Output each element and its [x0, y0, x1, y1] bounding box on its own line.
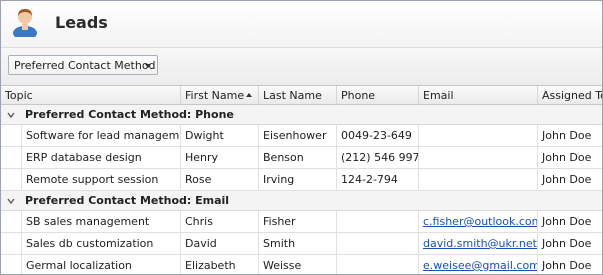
email-link[interactable]: e.weisee@gmail.com — [423, 259, 537, 272]
cell-assigned-to: John Doe — [542, 151, 592, 164]
sort-ascending-icon — [246, 93, 252, 97]
cell-phone — [337, 233, 419, 254]
table-row[interactable]: Germal localization Elizabeth Weisse e.w… — [1, 255, 602, 274]
cell-phone: (212) 546 9973 — [337, 147, 419, 168]
toolbar: Preferred Contact Method — [1, 47, 602, 86]
column-header-phone[interactable]: Phone — [337, 86, 419, 105]
page-header: Leads — [1, 1, 602, 47]
column-header-assigned-to[interactable]: Assigned To — [538, 86, 602, 105]
group-title: Preferred Contact Method: Email — [25, 194, 230, 207]
cell-assigned-to: John Doe — [542, 237, 592, 250]
row-indent — [1, 211, 22, 232]
group-title: Preferred Contact Method: Phone — [25, 108, 234, 121]
group-by-label: Preferred Contact Method — [14, 59, 156, 72]
page-title: Leads — [55, 13, 108, 32]
cell-phone — [337, 255, 419, 274]
group-row-email[interactable]: Preferred Contact Method: Email — [1, 191, 602, 211]
cell-topic: SB sales management — [22, 211, 181, 232]
row-indent — [1, 125, 22, 146]
table-row[interactable]: Remote support session Rose Irving 124-2… — [1, 169, 602, 191]
column-header-topic[interactable]: Topic — [1, 86, 181, 105]
row-indent — [1, 169, 22, 190]
cell-first-name: Elizabeth — [181, 255, 259, 274]
cell-topic: Remote support session — [22, 169, 181, 190]
email-link[interactable]: david.smith@ukr.net — [423, 237, 537, 250]
group-row-phone[interactable]: Preferred Contact Method: Phone — [1, 105, 602, 125]
cell-last-name: Smith — [259, 233, 337, 254]
column-header-email[interactable]: Email — [419, 86, 538, 105]
cell-assigned-to: John Doe — [542, 259, 592, 272]
cell-phone: 0049-23-649 — [337, 125, 419, 146]
cell-topic: ERP database design — [22, 147, 181, 168]
cell-email: e.weisee@gmail.com — [419, 255, 538, 274]
user-icon — [13, 9, 37, 37]
column-header-row: Topic First Name Last Name Phone Email A… — [1, 85, 602, 105]
cell-topic: Software for lead management — [22, 125, 181, 146]
row-indent — [1, 233, 22, 254]
cell-assigned-to: John Doe — [542, 173, 592, 186]
leads-window: Leads Preferred Contact Method Topic Fir… — [0, 0, 603, 275]
cell-first-name: Dwight — [181, 125, 259, 146]
column-header-first-name[interactable]: First Name — [181, 86, 259, 105]
cell-email: c.fisher@outlook.com — [419, 211, 538, 232]
column-header-last-name[interactable]: Last Name — [259, 86, 337, 105]
cell-email — [419, 125, 538, 146]
cell-topic: Germal localization — [22, 255, 181, 274]
cell-assigned-to: John Doe — [542, 215, 592, 228]
cell-topic: Sales db customization — [22, 233, 181, 254]
cell-email — [419, 169, 538, 190]
table-row[interactable]: SB sales management Chris Fisher c.fishe… — [1, 211, 602, 233]
collapse-chevron-icon[interactable] — [7, 197, 15, 205]
row-indent — [1, 255, 22, 274]
cell-last-name: Benson — [259, 147, 337, 168]
group-by-dropdown[interactable]: Preferred Contact Method — [8, 55, 158, 75]
table-row[interactable]: ERP database design Henry Benson (212) 5… — [1, 147, 602, 169]
cell-last-name: Irving — [259, 169, 337, 190]
cell-last-name: Fisher — [259, 211, 337, 232]
cell-first-name: Rose — [181, 169, 259, 190]
cell-last-name: Weisse — [259, 255, 337, 274]
cell-email: david.smith@ukr.net — [419, 233, 538, 254]
cell-first-name: Henry — [181, 147, 259, 168]
row-indent — [1, 147, 22, 168]
table-row[interactable]: Software for lead management Dwight Eise… — [1, 125, 602, 147]
leads-grid: Topic First Name Last Name Phone Email A… — [1, 85, 602, 274]
column-header-first-name-label: First Name — [185, 89, 245, 102]
chevron-down-icon — [145, 64, 151, 68]
cell-assigned-to: John Doe — [542, 129, 592, 142]
cell-email — [419, 147, 538, 168]
cell-first-name: Chris — [181, 211, 259, 232]
table-row[interactable]: Sales db customization David Smith david… — [1, 233, 602, 255]
cell-phone — [337, 211, 419, 232]
email-link[interactable]: c.fisher@outlook.com — [423, 215, 537, 228]
collapse-chevron-icon[interactable] — [7, 111, 15, 119]
cell-phone: 124-2-794 — [337, 169, 419, 190]
cell-first-name: David — [181, 233, 259, 254]
cell-last-name: Eisenhower — [259, 125, 337, 146]
